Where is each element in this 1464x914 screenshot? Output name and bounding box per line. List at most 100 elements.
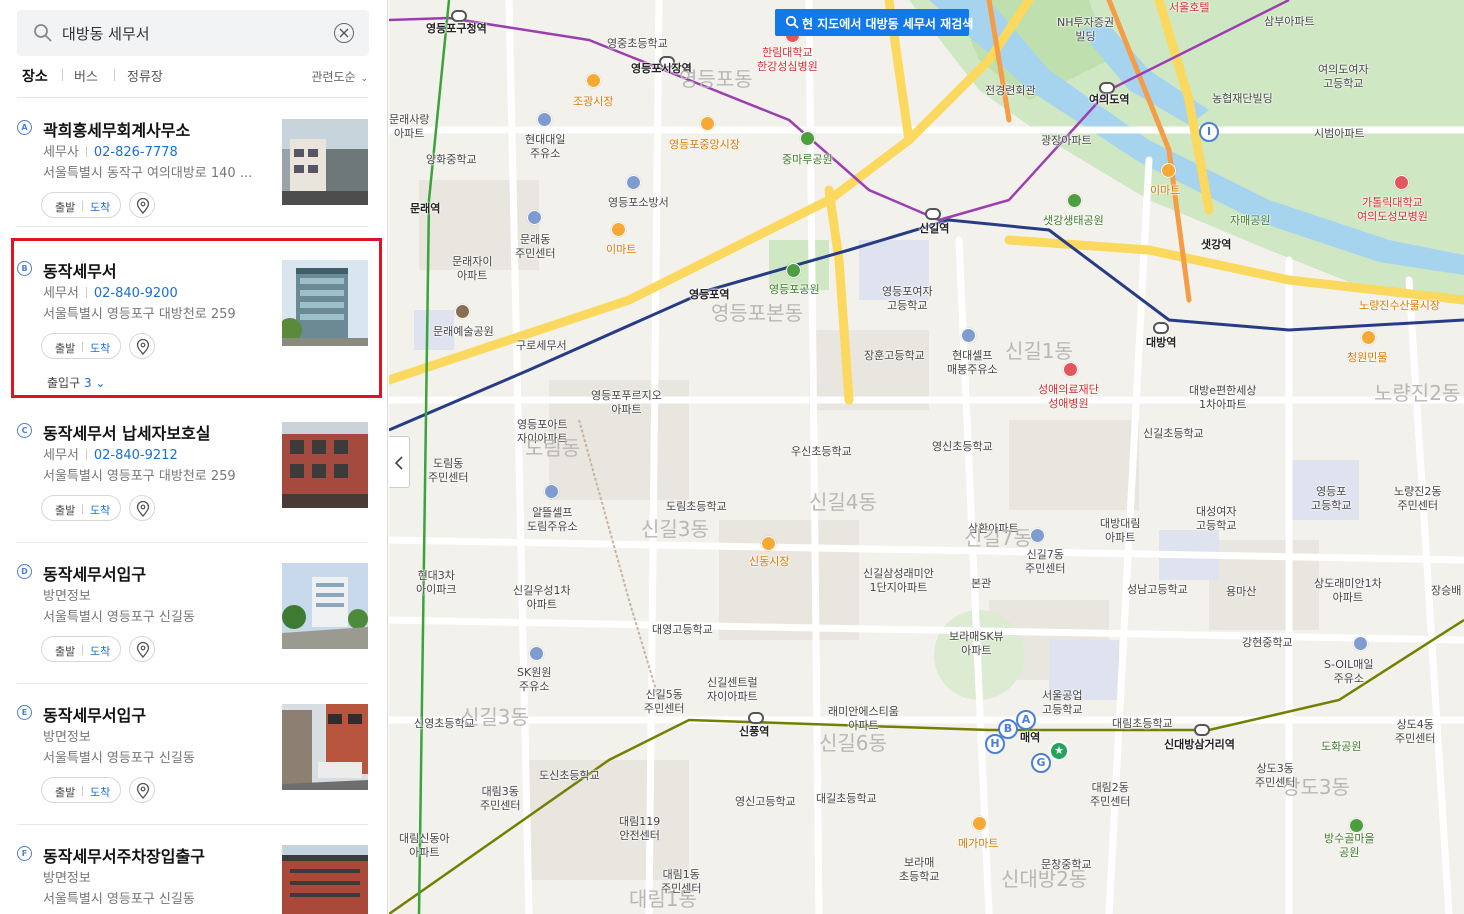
map-label: 대영고등학교 (652, 623, 713, 636)
depart-button[interactable]: 출발 (55, 199, 75, 215)
map-label: 신길우성1차 아파트 (513, 584, 571, 611)
map-label: 신길센트럴 자이아파트 (707, 676, 758, 703)
result-photo[interactable] (282, 119, 368, 205)
result-meta: 방면정보 (43, 867, 91, 886)
mart-icon[interactable] (1161, 163, 1176, 178)
arrive-button[interactable]: 도착 (90, 502, 110, 518)
park-icon[interactable] (800, 131, 815, 146)
gas-station-icon[interactable] (544, 484, 559, 499)
result-photo[interactable] (282, 563, 368, 649)
subway-station-icon[interactable] (925, 208, 941, 220)
result-name[interactable]: 곽희홍세무회계사무소 (43, 117, 190, 141)
restaurant-icon[interactable] (1361, 330, 1376, 345)
arrive-button[interactable]: 도착 (90, 784, 110, 800)
button-divider (82, 645, 83, 655)
office-icon[interactable] (527, 210, 542, 225)
result-photo[interactable] (282, 704, 368, 790)
park-icon[interactable] (1349, 818, 1364, 833)
market-icon[interactable] (586, 73, 601, 88)
map-marker-h[interactable]: H (985, 734, 1005, 754)
map-label: 도신초등학교 (539, 769, 600, 782)
result-address: 서울특별시 영등포구 대방천로 259 (43, 469, 236, 484)
map-label: 상도4동 주민센터 (1395, 718, 1436, 745)
research-area-button[interactable]: 현 지도에서 대방동 세무서 재검색 (775, 9, 973, 36)
depart-button[interactable]: 출발 (55, 643, 75, 659)
search-input[interactable]: 대방동 세무서 (62, 23, 150, 44)
market-icon[interactable] (761, 536, 776, 551)
gas-station-icon[interactable] (529, 646, 544, 661)
result-address: 서울특별시 영등포구 신길동 (43, 892, 195, 907)
divider (17, 824, 368, 825)
map-canvas[interactable]: A B H G ★ I 영등포구청역 영등포시장역 영중초등학교 한림대학교 한… (389, 0, 1464, 914)
map-label: 대림119 안전센터 (619, 815, 661, 842)
arrive-button[interactable]: 도착 (90, 643, 110, 659)
map-label: 광장아파트 (1041, 134, 1092, 147)
map-label: 노량진2동 주민센터 (1394, 485, 1442, 512)
fire-station-icon[interactable] (626, 175, 641, 190)
map-label: 대길초등학교 (816, 792, 877, 805)
location-pin-icon[interactable] (129, 636, 155, 662)
research-label: 현 지도에서 대방동 세무서 재검색 (802, 17, 974, 31)
result-name[interactable]: 동작세무서주차장입출구 (43, 843, 205, 867)
search-bar[interactable]: 대방동 세무서 (17, 10, 369, 56)
subway-station-icon[interactable] (1153, 322, 1169, 334)
collapse-panel-button[interactable] (389, 436, 410, 488)
star-icon[interactable]: ★ (1049, 741, 1069, 761)
subway-station-icon[interactable] (1194, 724, 1210, 736)
arrive-button[interactable]: 도착 (90, 199, 110, 215)
map-label: 문래사랑 아파트 (389, 113, 430, 140)
hospital-icon[interactable] (1394, 175, 1409, 190)
result-photo[interactable] (282, 845, 368, 914)
park-icon[interactable] (786, 263, 801, 278)
school-icon[interactable] (1030, 528, 1045, 543)
map-label: 대림3동 주민센터 (480, 785, 521, 812)
subway-station-icon[interactable] (451, 10, 467, 22)
search-icon (34, 24, 52, 42)
result-phone[interactable]: 02-840-9212 (94, 448, 178, 463)
tab-bus-stops[interactable]: 정류장 (127, 66, 163, 85)
result-phone[interactable]: 02-826-7778 (94, 145, 178, 160)
result-name[interactable]: 동작세무서 납세자보호실 (43, 420, 211, 444)
map-marker-g[interactable]: G (1031, 753, 1051, 773)
result-name[interactable]: 동작세무서입구 (43, 561, 146, 585)
map-label: 영등포중앙시장 (669, 138, 740, 151)
depart-button[interactable]: 출발 (55, 502, 75, 518)
tab-divider (114, 69, 115, 81)
marker-badge: D (17, 564, 32, 579)
chevron-left-icon (394, 456, 403, 470)
map-label: 조광시장 (573, 95, 614, 108)
gas-station-icon[interactable] (1353, 636, 1368, 651)
map-label: 영등포공원 (769, 283, 820, 296)
gas-station-icon[interactable] (537, 112, 552, 127)
sort-dropdown[interactable]: 관련도순 ⌄ (311, 68, 368, 85)
map-marker-i[interactable]: I (1199, 122, 1219, 142)
map-label: 현대셀프 매봉주유소 (947, 349, 998, 376)
depart-button[interactable]: 출발 (55, 784, 75, 800)
tab-places[interactable]: 장소 (22, 66, 48, 86)
market-icon[interactable] (700, 116, 715, 131)
mart-icon[interactable] (611, 222, 626, 237)
park-icon[interactable] (1067, 193, 1082, 208)
location-pin-icon[interactable] (129, 192, 155, 218)
close-icon[interactable] (334, 23, 354, 43)
culture-icon[interactable] (455, 304, 470, 319)
meta-divider (85, 146, 87, 157)
location-pin-icon[interactable] (129, 495, 155, 521)
hospital-icon[interactable] (1063, 362, 1078, 377)
result-name[interactable]: 동작세무서입구 (43, 702, 146, 726)
map-label: 메가마트 (958, 837, 999, 850)
gas-station-icon[interactable] (961, 328, 976, 343)
station-label: 문래역 (410, 202, 441, 215)
map-marker-a[interactable]: A (1016, 710, 1036, 730)
map-label: 보라매 초등학교 (899, 856, 940, 883)
result-photo[interactable] (282, 422, 368, 508)
divider (17, 97, 368, 98)
subway-station-icon[interactable] (748, 712, 764, 724)
location-pin-icon[interactable] (129, 777, 155, 803)
station-label: 샛강역 (1201, 238, 1232, 251)
tab-bus[interactable]: 버스 (74, 66, 98, 85)
mart-icon[interactable] (972, 816, 987, 831)
result-category: 방면정보 (43, 871, 91, 886)
result-category: 방면정보 (43, 730, 91, 745)
map-label: 도림동 주민센터 (428, 457, 469, 484)
